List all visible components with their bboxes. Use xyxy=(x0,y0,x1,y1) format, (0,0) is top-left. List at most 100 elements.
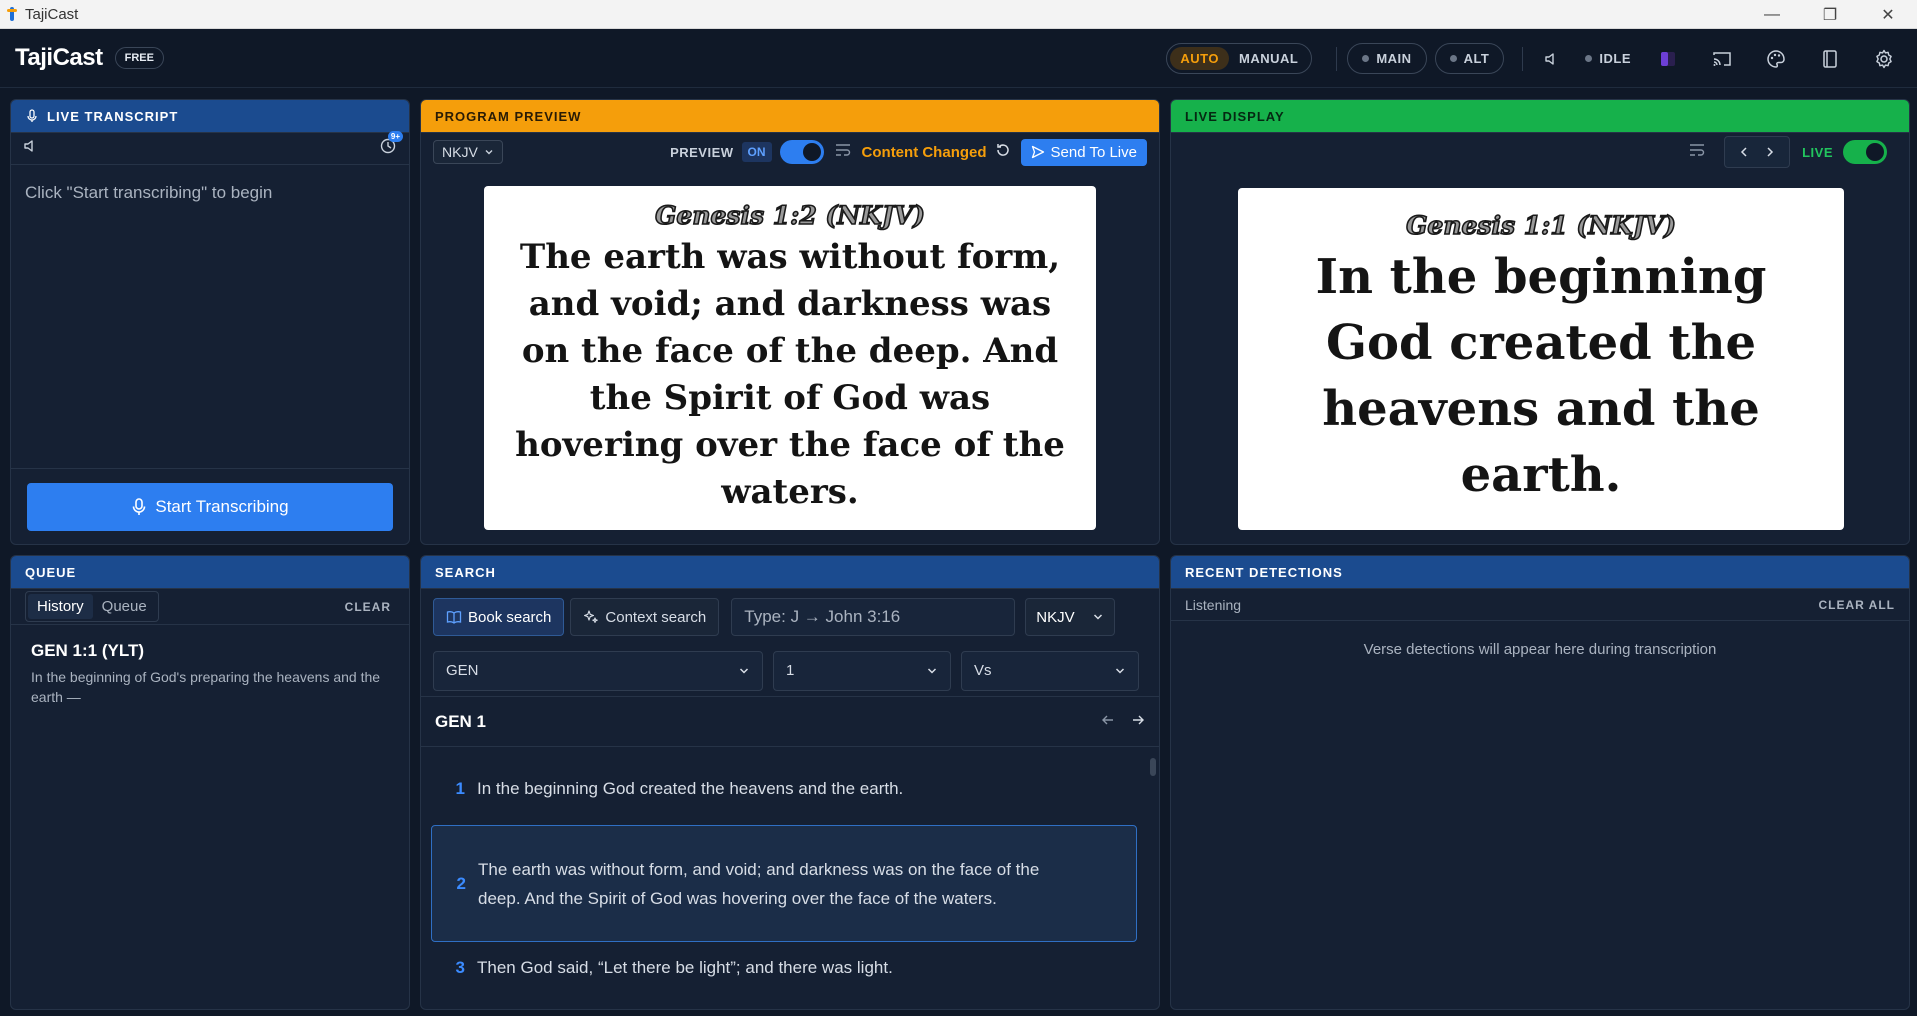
reset-icon[interactable] xyxy=(995,142,1011,163)
theme-swatch-icon[interactable] xyxy=(1653,44,1683,74)
plan-badge: FREE xyxy=(114,47,164,69)
book-icon[interactable] xyxy=(1815,44,1845,74)
detections-toolbar: Listening CLEAR ALL xyxy=(1171,589,1909,621)
program-preview-panel: PROGRAM PREVIEW NKJV PREVIEW ON Content … xyxy=(420,99,1160,545)
status-dot xyxy=(1362,55,1370,62)
divider xyxy=(1522,46,1524,71)
output-alt-button[interactable]: ALT xyxy=(1434,43,1505,74)
detections-empty-state: Verse detections will appear here during… xyxy=(1363,641,1717,658)
close-button[interactable]: ✕ xyxy=(1859,0,1917,29)
clear-all-button[interactable]: CLEAR ALL xyxy=(1818,598,1895,612)
status-dot xyxy=(1449,55,1457,62)
verse-text: The earth was without form, and void; an… xyxy=(478,859,1040,908)
open-book-icon xyxy=(446,611,462,624)
app-header: TajiCast FREE AUTO MANUAL MAIN ALT IDLE xyxy=(0,29,1917,88)
queue-panel: QUEUE History Queue CLEAR GEN 1:1 (YLT) … xyxy=(10,555,410,1010)
verse-row[interactable]: 1 In the beginning God created the heave… xyxy=(431,774,1137,803)
live-transcript-panel: LIVE TRANSCRIPT 9+ Click "Start transcri… xyxy=(10,99,410,545)
chapter-title: GEN 1 xyxy=(435,711,487,731)
verse-row-selected[interactable]: 2 The earth was without form, and void; … xyxy=(431,825,1137,942)
restore-button[interactable]: ❐ xyxy=(1801,0,1859,29)
queue-toolbar: History Queue CLEAR xyxy=(11,589,409,625)
search-mode-row: Book search Context search NKJV xyxy=(421,589,1159,645)
search-header: SEARCH xyxy=(421,556,1159,589)
cast-icon[interactable] xyxy=(1707,44,1737,74)
listening-status: Listening xyxy=(1185,596,1242,613)
slide-reference: Genesis 1:1 (NKJV) xyxy=(1405,210,1676,241)
scrollbar-thumb[interactable] xyxy=(1150,758,1156,776)
chevron-down-icon xyxy=(1094,614,1103,620)
chevron-left-icon[interactable] xyxy=(1731,146,1757,158)
slide-text: In the beginning God created the heavens… xyxy=(1315,248,1767,503)
app-icon xyxy=(7,7,17,21)
tab-history[interactable]: History xyxy=(28,594,93,619)
clear-button[interactable]: CLEAR xyxy=(345,600,391,614)
send-to-live-button[interactable]: Send To Live xyxy=(1020,138,1147,166)
gear-icon[interactable] xyxy=(1869,44,1899,74)
live-label: LIVE xyxy=(1802,144,1833,160)
live-display-header: LIVE DISPLAY xyxy=(1171,100,1909,133)
arrow-right-icon[interactable] xyxy=(1131,713,1145,731)
brand-logo: TajiCast xyxy=(15,44,103,71)
verse-select[interactable]: Vs xyxy=(961,650,1139,691)
window-title: TajiCast xyxy=(25,5,79,23)
list-item[interactable]: GEN 1:1 (YLT) In the beginning of God's … xyxy=(11,625,409,723)
search-version-select[interactable]: NKJV xyxy=(1025,598,1116,636)
send-icon xyxy=(1031,145,1044,159)
panel-title: QUEUE xyxy=(25,564,77,580)
book-search-button[interactable]: Book search xyxy=(433,598,565,636)
history-icon[interactable]: 9+ xyxy=(379,131,403,160)
preview-label: PREVIEW xyxy=(670,144,734,160)
divider xyxy=(1336,46,1338,71)
status-indicator: IDLE xyxy=(1585,51,1631,66)
panel-title: SEARCH xyxy=(435,564,496,580)
program-preview-header: PROGRAM PREVIEW xyxy=(421,100,1159,133)
queue-item-text: In the beginning of God's preparing the … xyxy=(31,669,381,705)
preview-version-select[interactable]: NKJV xyxy=(433,140,503,164)
recent-detections-header: RECENT DETECTIONS xyxy=(1171,556,1909,589)
transcript-toolbar: 9+ xyxy=(11,131,409,165)
live-slide: Genesis 1:1 (NKJV) In the beginning God … xyxy=(1238,188,1844,530)
search-panel: SEARCH Book search Context search NKJV G… xyxy=(420,555,1160,1010)
live-toggle[interactable] xyxy=(1843,140,1887,164)
verse-number: 1 xyxy=(455,779,465,798)
context-search-button[interactable]: Context search xyxy=(570,598,720,636)
search-selectors-row: GEN 1 Vs xyxy=(421,645,1159,697)
status-dot xyxy=(1585,55,1593,62)
verse-number: 3 xyxy=(455,958,465,977)
panel-title: LIVE DISPLAY xyxy=(1185,108,1285,124)
chevron-down-icon xyxy=(1115,667,1125,674)
tab-queue[interactable]: Queue xyxy=(93,594,156,619)
preview-state-badge: ON xyxy=(741,142,772,162)
text-wrap-icon[interactable] xyxy=(834,142,852,163)
mode-manual-button[interactable]: MANUAL xyxy=(1229,47,1308,70)
preview-toggle[interactable] xyxy=(779,140,824,164)
preview-toolbar: NKJV PREVIEW ON Content Changed Send To … xyxy=(421,133,1159,171)
speaker-icon[interactable] xyxy=(1537,44,1567,74)
live-transcript-header: LIVE TRANSCRIPT xyxy=(11,100,409,133)
mode-auto-button[interactable]: AUTO xyxy=(1170,47,1230,70)
palette-icon[interactable] xyxy=(1761,44,1791,74)
live-toolbar: LIVE xyxy=(1171,133,1909,171)
search-input[interactable] xyxy=(731,598,1016,636)
text-wrap-icon[interactable] xyxy=(1688,142,1706,163)
verse-text: In the beginning God created the heavens… xyxy=(477,779,904,798)
start-transcribing-button[interactable]: Start Transcribing xyxy=(27,483,393,531)
chapter-select[interactable]: 1 xyxy=(773,650,951,691)
sparkles-icon xyxy=(584,610,599,623)
arrow-left-icon[interactable] xyxy=(1101,713,1115,731)
book-select[interactable]: GEN xyxy=(433,650,763,691)
queue-header: QUEUE xyxy=(11,556,409,589)
recent-detections-panel: RECENT DETECTIONS Listening CLEAR ALL Ve… xyxy=(1170,555,1910,1010)
slide-reference: Genesis 1:2 (NKJV) xyxy=(654,200,925,231)
speaker-icon[interactable] xyxy=(23,138,39,159)
preview-slide: Genesis 1:2 (NKJV) The earth was without… xyxy=(484,186,1096,530)
verse-list: 1 In the beginning God created the heave… xyxy=(421,752,1159,1009)
verse-row[interactable]: 3 Then God said, “Let there be light”; a… xyxy=(431,953,1137,982)
microphone-icon xyxy=(27,109,37,122)
output-main-button[interactable]: MAIN xyxy=(1347,43,1427,74)
minimize-button[interactable]: — xyxy=(1743,0,1801,29)
chevron-right-icon[interactable] xyxy=(1757,146,1783,158)
panel-title: RECENT DETECTIONS xyxy=(1185,564,1343,580)
live-display-panel: LIVE DISPLAY LIVE Genesis 1:1 (NKJV) In … xyxy=(1170,99,1910,545)
